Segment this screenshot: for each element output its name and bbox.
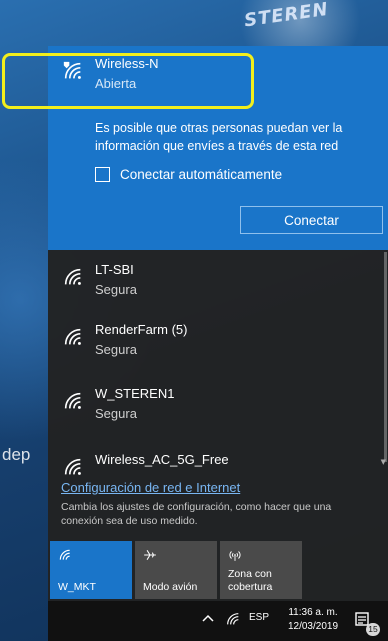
quick-action-label: W_MKT: [58, 581, 96, 593]
network-item-selected[interactable]: Wireless-N Abierta: [48, 56, 388, 102]
quick-action-label: Zona con cobertura: [228, 568, 273, 593]
quick-action-wifi[interactable]: W_MKT: [50, 541, 132, 599]
connect-button[interactable]: Conectar: [240, 206, 383, 234]
wifi-icon: [64, 268, 81, 285]
checkbox-box[interactable]: [95, 167, 110, 182]
network-status: Segura: [95, 282, 137, 297]
network-name: LT-SBI: [95, 262, 134, 277]
wifi-icon: [64, 392, 81, 409]
wifi-icon: [64, 458, 81, 475]
network-item[interactable]: W_STEREN1 Segura: [48, 386, 388, 432]
network-status: Segura: [95, 342, 137, 357]
notification-count-badge: 15: [366, 623, 380, 636]
network-name: Wireless-N: [95, 56, 159, 71]
network-item[interactable]: LT-SBI Segura: [48, 262, 388, 308]
wifi-icon: [59, 549, 70, 560]
network-status: Segura: [95, 406, 137, 421]
network-name: RenderFarm (5): [95, 322, 188, 337]
clock[interactable]: 11:36 a. m. 12/03/2019: [281, 606, 345, 634]
input-language[interactable]: ESP: [249, 612, 269, 623]
wifi-icon: [64, 328, 81, 345]
quick-action-label: Modo avión: [143, 581, 198, 593]
wifi-secure-warning-icon: [63, 61, 81, 79]
network-name: W_STEREN1: [95, 386, 175, 401]
auto-connect-label: Conectar automáticamente: [120, 167, 283, 182]
hotspot-icon: [229, 551, 241, 561]
security-warning-text: Es posible que otras personas puedan ver…: [95, 121, 343, 153]
quick-action-hotspot[interactable]: Zona con cobertura: [220, 541, 302, 599]
show-hidden-icons-chevron-icon[interactable]: [202, 613, 214, 623]
selected-network-panel: Wireless-N Abierta Es posible que otras …: [48, 46, 388, 250]
tray-wifi-icon[interactable]: [225, 611, 241, 627]
network-status: Abierta: [95, 76, 137, 91]
network-settings-link[interactable]: Configuración de red e Internet: [61, 480, 240, 495]
airplane-icon: [144, 550, 156, 560]
wallpaper-logo: STEREN: [242, 0, 330, 32]
taskbar: ESP 11:36 a. m. 12/03/2019 15: [48, 601, 388, 641]
network-name: Wireless_AC_5G_Free: [95, 452, 229, 467]
clock-time: 11:36 a. m.: [288, 607, 338, 618]
wallpaper-text: dep: [2, 445, 31, 464]
network-settings-description: Cambia los ajustes de configuración, com…: [61, 501, 332, 527]
scroll-down-arrow-icon[interactable]: ▼: [381, 458, 386, 466]
network-flyout: Wireless-N Abierta Es posible que otras …: [48, 46, 388, 601]
scrollbar[interactable]: [384, 252, 387, 462]
network-item[interactable]: RenderFarm (5) Segura: [48, 322, 388, 368]
clock-date: 12/03/2019: [287, 621, 339, 632]
auto-connect-checkbox[interactable]: Conectar automáticamente: [95, 167, 282, 182]
quick-action-airplane[interactable]: Modo avión: [135, 541, 217, 599]
